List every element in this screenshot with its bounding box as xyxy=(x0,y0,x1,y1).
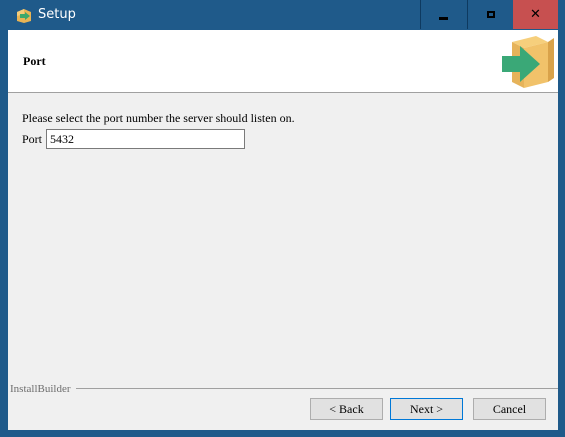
dialog-client-area: Port Please select the port number the s… xyxy=(8,30,558,430)
installer-app-icon xyxy=(17,9,31,23)
page-header: Port xyxy=(8,30,558,93)
back-button[interactable]: < Back xyxy=(310,398,383,420)
close-icon: ✕ xyxy=(530,7,541,22)
instructions-text: Please select the port number the server… xyxy=(22,111,295,125)
port-input[interactable] xyxy=(46,129,245,149)
minimize-icon xyxy=(439,17,448,20)
maximize-icon xyxy=(486,11,495,18)
setup-window: Setup ✕ Port Please select the port numb… xyxy=(0,0,565,437)
installbuilder-brand: InstallBuilder xyxy=(10,383,71,395)
minimize-button[interactable] xyxy=(420,0,466,29)
footer-divider xyxy=(76,388,558,389)
close-button[interactable]: ✕ xyxy=(513,0,558,29)
maximize-button[interactable] xyxy=(467,0,513,29)
window-title: Setup xyxy=(38,7,76,22)
next-button[interactable]: Next > xyxy=(390,398,463,420)
cancel-button[interactable]: Cancel xyxy=(473,398,546,420)
title-bar[interactable]: Setup ✕ xyxy=(0,0,565,30)
port-label: Port xyxy=(22,132,43,146)
installer-box-arrow-icon xyxy=(502,36,554,88)
page-title: Port xyxy=(23,54,46,68)
